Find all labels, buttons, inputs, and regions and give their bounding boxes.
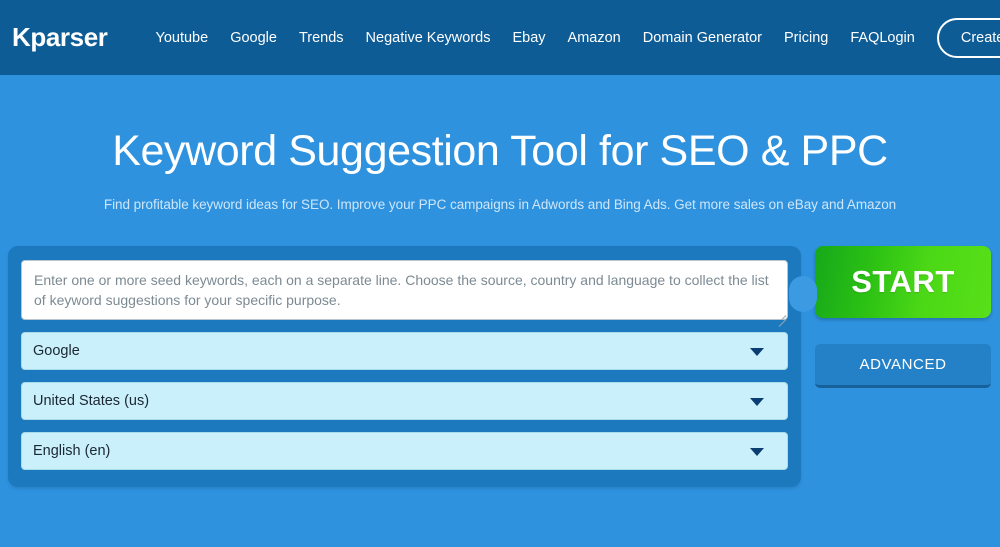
nav-item: Negative Keywords [366, 29, 491, 47]
nav-account-area: Login Create account [879, 18, 1000, 58]
nav-item: Youtube [155, 29, 208, 47]
login-link[interactable]: Login [879, 30, 914, 46]
advanced-button[interactable]: ADVANCED [815, 344, 991, 388]
nav-item: Ebay [512, 29, 545, 47]
country-select-wrap: United States (us) [21, 382, 788, 420]
nav-item: Pricing [784, 29, 828, 47]
nav-link-youtube[interactable]: Youtube [155, 30, 208, 46]
nav-link-negative-keywords[interactable]: Negative Keywords [366, 30, 491, 46]
nav-item: Amazon [568, 29, 621, 47]
keyword-form-area: Google United States (us) English (en) [0, 246, 1000, 492]
seed-keywords-input[interactable] [21, 260, 788, 320]
nav-link-domain-generator[interactable]: Domain Generator [643, 30, 762, 46]
site-logo[interactable]: Kparser [12, 22, 107, 53]
page-title: Keyword Suggestion Tool for SEO & PPC [0, 75, 1000, 175]
country-select[interactable]: United States (us) [21, 382, 788, 420]
language-select[interactable]: English (en) [21, 432, 788, 470]
source-select[interactable]: Google [21, 332, 788, 370]
nav-link-ebay[interactable]: Ebay [512, 30, 545, 46]
top-navbar: Kparser Youtube Google Trends Negative K… [0, 0, 1000, 75]
start-button[interactable]: START [815, 246, 991, 318]
nav-item: Google [230, 29, 277, 47]
source-select-wrap: Google [21, 332, 788, 370]
page-subtitle: Find profitable keyword ideas for SEO. I… [0, 197, 1000, 212]
nav-item: FAQ [850, 29, 879, 47]
primary-nav: Youtube Google Trends Negative Keywords … [155, 29, 879, 47]
nav-item: Trends [299, 29, 344, 47]
nav-link-faq[interactable]: FAQ [850, 30, 879, 46]
nav-link-pricing[interactable]: Pricing [784, 30, 828, 46]
form-action-column: START ADVANCED [815, 246, 991, 388]
language-select-wrap: English (en) [21, 432, 788, 470]
hero-section: Keyword Suggestion Tool for SEO & PPC Fi… [0, 75, 1000, 547]
nav-link-trends[interactable]: Trends [299, 30, 344, 46]
nav-link-amazon[interactable]: Amazon [568, 30, 621, 46]
create-account-button[interactable]: Create account [937, 18, 1000, 58]
keyword-form-panel: Google United States (us) English (en) [8, 246, 801, 487]
panel-button-connector [789, 276, 817, 312]
nav-item: Domain Generator [643, 29, 762, 47]
nav-link-google[interactable]: Google [230, 30, 277, 46]
